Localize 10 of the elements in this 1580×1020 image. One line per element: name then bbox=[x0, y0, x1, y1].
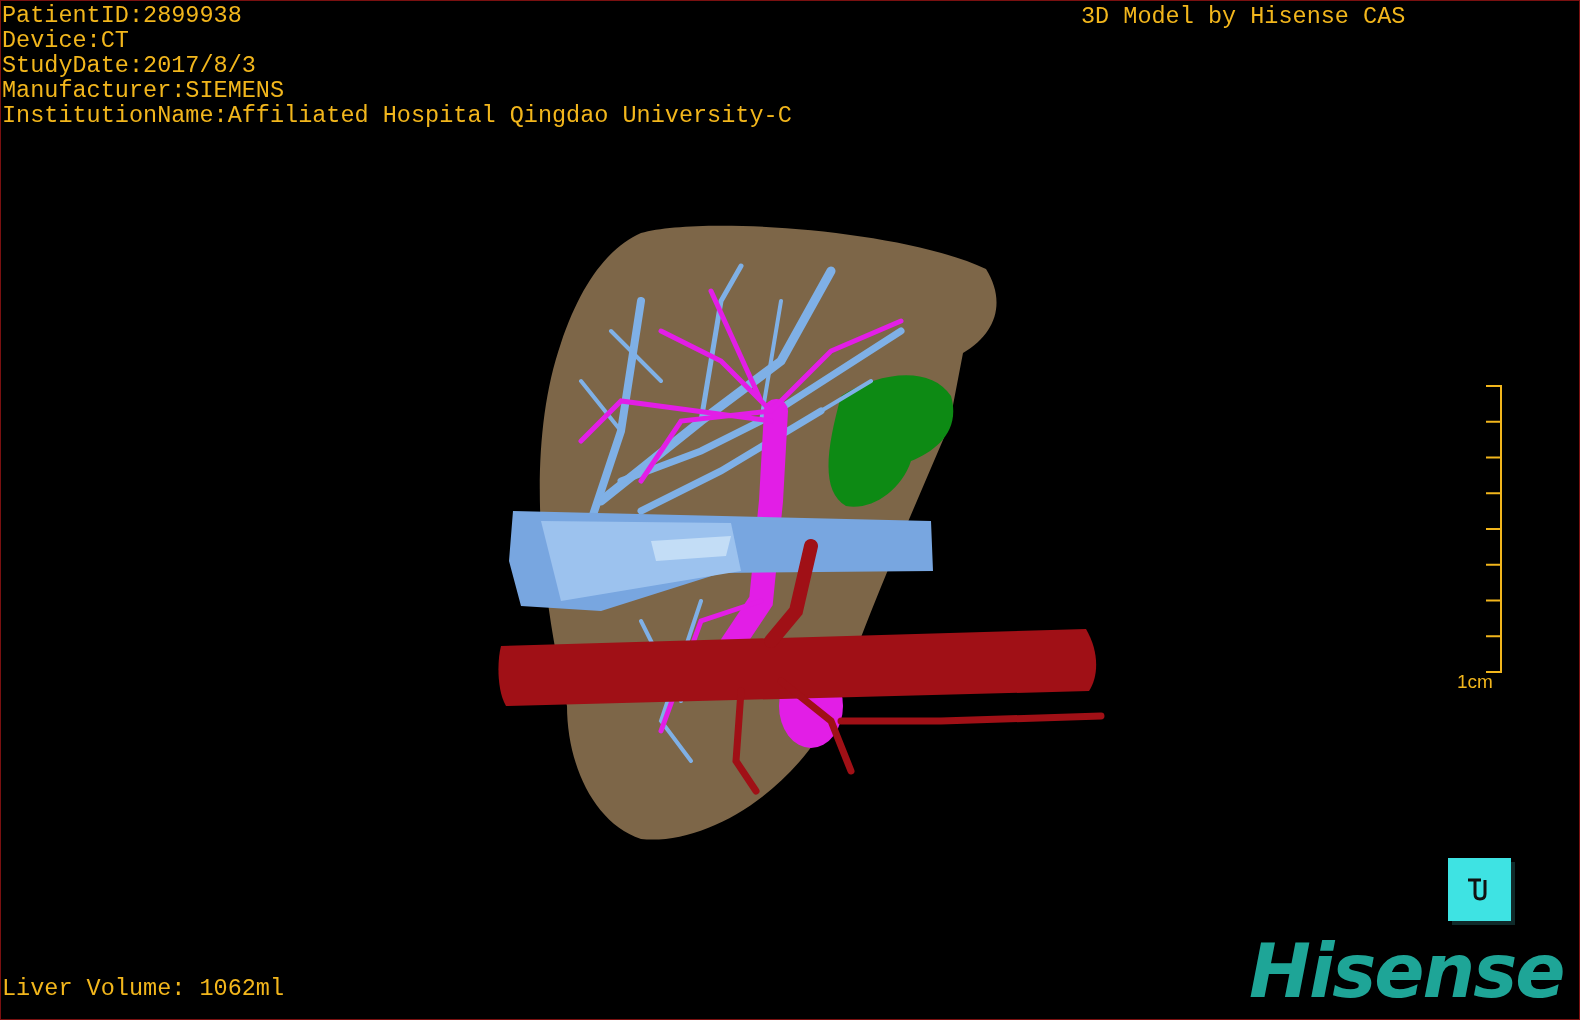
viewer-title: 3D Model by Hisense CAS bbox=[1081, 4, 1406, 29]
liver-volume: Liver Volume: 1062ml bbox=[2, 976, 285, 1001]
scale-label: 1cm bbox=[1457, 671, 1493, 693]
info-line: StudyDate:2017/8/3 bbox=[2, 53, 256, 78]
info-line: InstitutionName:Affiliated Hospital Qingdao University-C bbox=[2, 103, 792, 128]
scale-bar-icon bbox=[1486, 385, 1502, 673]
info-line: PatientID:2899938 bbox=[2, 3, 242, 28]
brand-logo: Hisense bbox=[1249, 931, 1564, 1011]
info-line: Manufacturer:SIEMENS bbox=[2, 78, 285, 103]
info-line: Device:CT bbox=[2, 28, 129, 53]
